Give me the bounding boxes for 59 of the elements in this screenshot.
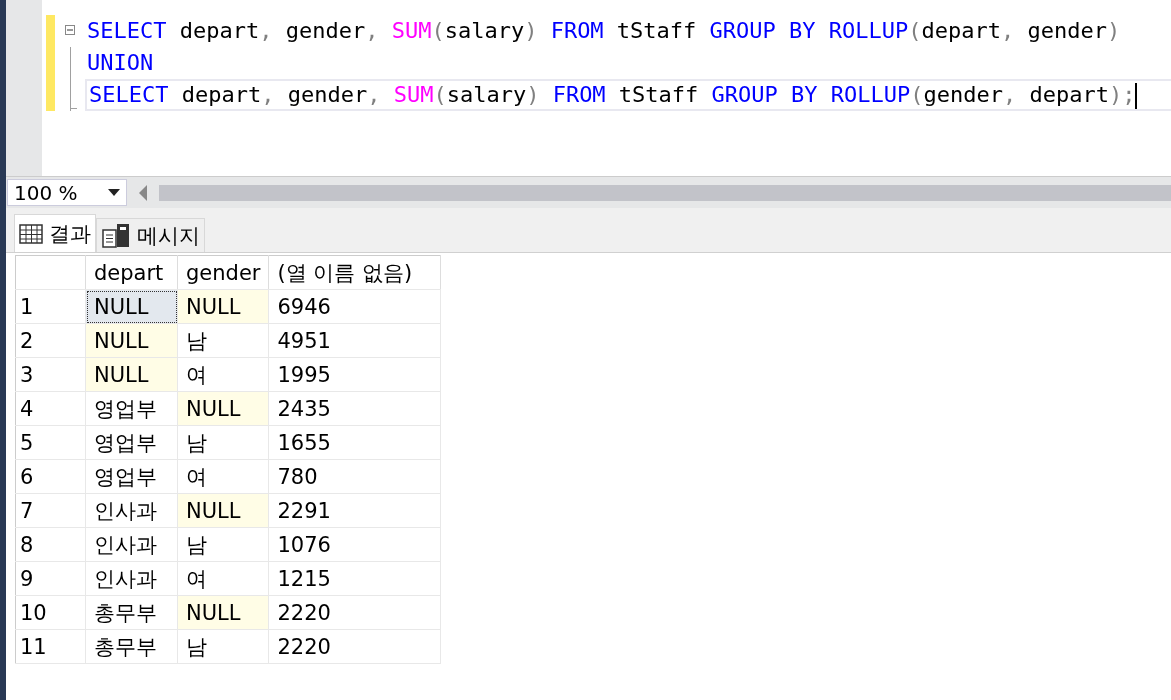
dropdown-arrow-icon <box>108 189 120 196</box>
table-cell: 남 <box>177 425 269 460</box>
code-line: SELECT depart, gender, SUM(salary) FROM tStaff GROUP BY ROLLUP(gender, depart); <box>85 79 1171 111</box>
table-cell: NULL <box>85 289 178 324</box>
table-cell: 780 <box>268 459 441 494</box>
table-cell: NULL <box>177 595 269 630</box>
table-cell: 영업부 <box>85 391 178 426</box>
table-cell: NULL <box>85 323 178 358</box>
column-header: (열 이름 없음) <box>268 255 441 290</box>
row-number: 7 <box>15 493 86 528</box>
table-cell: NULL <box>177 493 269 528</box>
table-cell: 6946 <box>268 289 441 324</box>
table-cell: NULL <box>85 357 178 392</box>
table-cell: NULL <box>177 289 269 324</box>
table-cell: 2291 <box>268 493 441 528</box>
row-number: 10 <box>15 595 86 630</box>
table-cell: 총무부 <box>85 629 178 664</box>
table-cell: NULL <box>177 391 269 426</box>
table-cell: 2220 <box>268 629 441 664</box>
table-cell: 2220 <box>268 595 441 630</box>
grid-icon <box>19 223 43 244</box>
row-number: 9 <box>15 561 86 596</box>
table-cell: 여 <box>177 357 269 392</box>
code-line: SELECT depart, gender, SUM(salary) FROM tStaff GROUP BY ROLLUP(depart, gender) <box>86 17 1122 45</box>
table-cell: 남 <box>177 323 269 358</box>
column-header: gender <box>177 255 269 290</box>
row-number: 11 <box>15 629 86 664</box>
code-line: UNION <box>86 49 155 77</box>
table-cell: 인사과 <box>85 561 178 596</box>
row-number: 5 <box>15 425 86 460</box>
table-cell: 영업부 <box>85 459 178 494</box>
table-cell: 1076 <box>268 527 441 562</box>
table-cell: 인사과 <box>85 493 178 528</box>
table-cell: 영업부 <box>85 425 178 460</box>
row-number: 8 <box>15 527 86 562</box>
row-number: 1 <box>15 289 86 324</box>
row-number: 2 <box>15 323 86 358</box>
row-number: 4 <box>15 391 86 426</box>
table-cell: 남 <box>177 527 269 562</box>
table-cell: 여 <box>177 459 269 494</box>
column-header: depart <box>85 255 178 290</box>
table-cell: 여 <box>177 561 269 596</box>
tab[interactable]: 메시지 <box>96 218 205 252</box>
document-icon <box>101 222 131 249</box>
tab[interactable]: 결과 <box>14 214 96 252</box>
row-number: 6 <box>15 459 86 494</box>
scrollbar[interactable] <box>159 184 1171 201</box>
zoom-dropdown[interactable]: 100 % <box>7 179 127 206</box>
collapse-icon[interactable] <box>65 25 75 35</box>
table-cell: 1215 <box>268 561 441 596</box>
table-cell: 총무부 <box>85 595 178 630</box>
scroll-left-icon[interactable] <box>139 184 147 201</box>
table-cell: 2435 <box>268 391 441 426</box>
table-cell: 4951 <box>268 323 441 358</box>
table-cell: 1655 <box>268 425 441 460</box>
table-cell: 남 <box>177 629 269 664</box>
table-cell: 인사과 <box>85 527 178 562</box>
row-number: 3 <box>15 357 86 392</box>
table-cell: 1995 <box>268 357 441 392</box>
